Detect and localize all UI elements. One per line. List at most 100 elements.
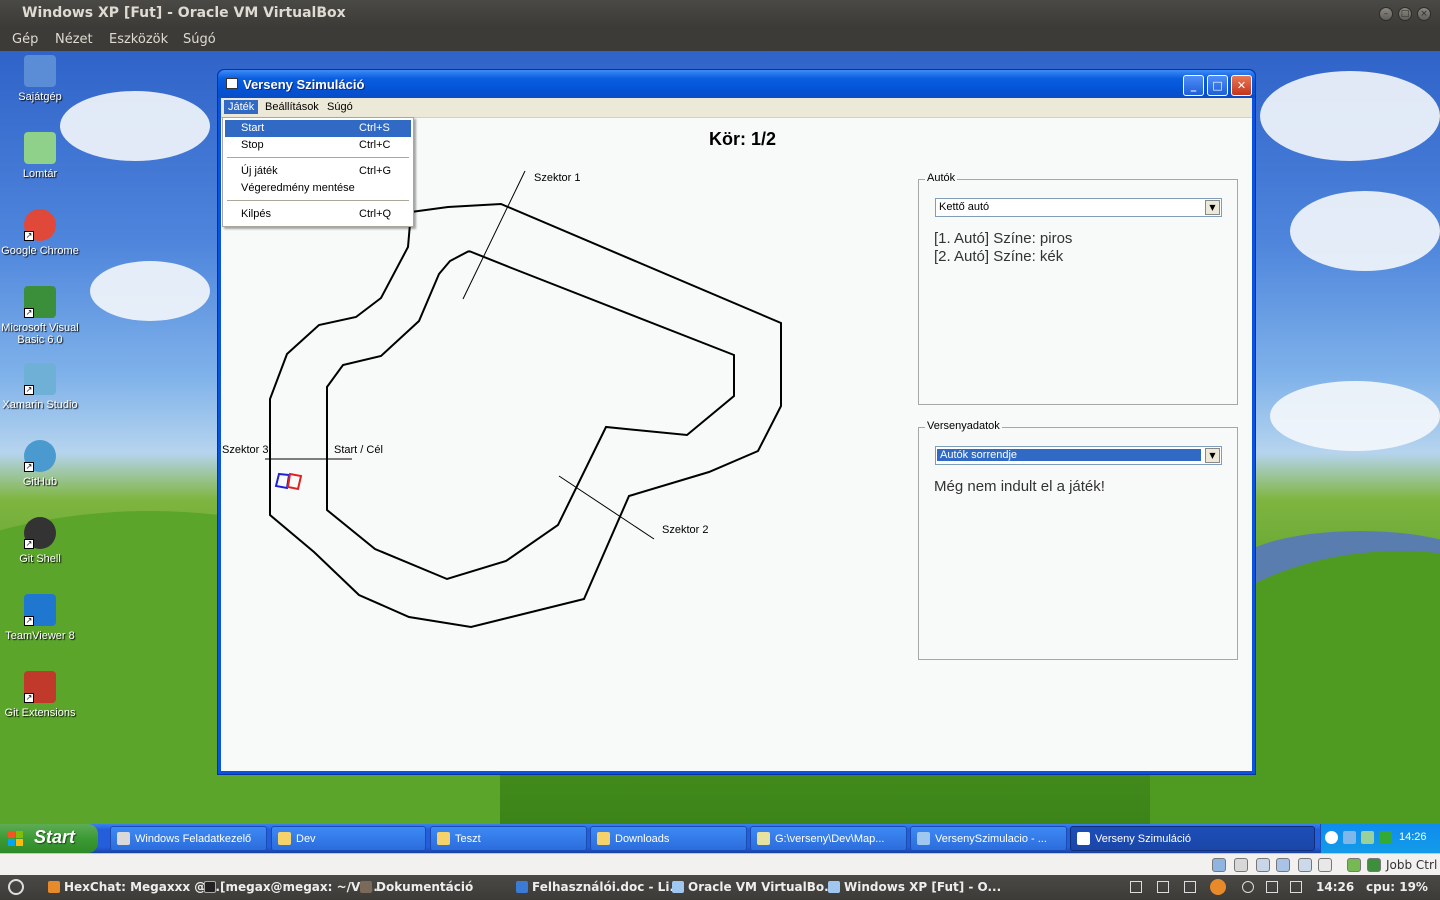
video-capture-icon[interactable] — [1318, 858, 1332, 872]
windows-flag-icon — [8, 831, 23, 846]
race-data-select[interactable]: Autók sorrendje ▼ — [935, 446, 1222, 465]
taskbar-button[interactable]: VersenySzimulacio - ... — [910, 826, 1067, 851]
menu-item-exit[interactable]: Kilpés Ctrl+Q — [225, 206, 411, 223]
race-data-groupbox-title: Versenyadatok — [925, 420, 1002, 432]
host-menu-gep[interactable]: Gép — [12, 32, 38, 47]
usb-icon[interactable] — [1256, 858, 1270, 872]
menu-sugo[interactable]: Súgó — [323, 100, 357, 114]
host-titlebar: Windows XP [Fut] - Oracle VM VirtualBox … — [0, 0, 1440, 27]
tray-expand-icon[interactable] — [1325, 831, 1338, 844]
menu-item-shortcut: Ctrl+C — [359, 139, 391, 151]
panel-cpu: cpu: 19% — [1366, 880, 1428, 894]
indicator-icon[interactable] — [1184, 881, 1196, 893]
panel-task[interactable]: Oracle VM VirtualBo... — [672, 880, 838, 894]
desktop-icon-github[interactable]: ↗ GitHub — [0, 440, 80, 488]
host-maximize-button[interactable]: □ — [1398, 7, 1412, 21]
panel-task[interactable]: [megax@megax: ~/Vi... — [204, 880, 378, 894]
close-button[interactable]: ✕ — [1231, 75, 1252, 96]
race-status-text: Még nem indult el a játék! — [934, 478, 1105, 495]
taskbar-button[interactable]: Teszt — [430, 826, 587, 851]
vb-project-icon — [917, 832, 930, 845]
mouse-integration-icon[interactable] — [1347, 858, 1361, 872]
network-icon[interactable] — [1343, 831, 1356, 844]
tray-status-icon[interactable] — [1379, 831, 1392, 844]
display-icon[interactable] — [1298, 858, 1312, 872]
indicator-icon[interactable] — [1157, 881, 1169, 893]
panel-task[interactable]: Windows XP [Fut] - O... — [828, 880, 1001, 894]
network-icon[interactable] — [1266, 881, 1278, 893]
volume-icon[interactable] — [1290, 881, 1302, 893]
host-close-button[interactable]: × — [1417, 7, 1431, 21]
app-icon — [1077, 832, 1090, 845]
desktop-icon-label: Git Extensions — [4, 707, 76, 719]
desktop-icon-chrome[interactable]: ↗ Google Chrome — [0, 209, 80, 257]
start-button[interactable]: Start — [0, 824, 98, 853]
menu-separator — [227, 157, 409, 158]
menu-item-label: Start — [241, 122, 265, 134]
desktop-icon-teamviewer[interactable]: ↗ TeamViewer 8 — [0, 594, 80, 642]
host-key-icon[interactable] — [1367, 858, 1381, 872]
menu-separator — [227, 200, 409, 201]
panel-task[interactable]: Dokumentáció — [360, 880, 473, 894]
chevron-down-icon[interactable]: ▼ — [1205, 448, 1220, 463]
maximize-button[interactable]: □ — [1207, 75, 1228, 96]
car-count-value: Kettő autó — [939, 201, 990, 213]
taskbar-button[interactable]: Downloads — [590, 826, 747, 851]
jatek-dropdown-menu: Start Ctrl+S Stop Ctrl+C Új játék Ctrl+G… — [222, 117, 414, 227]
panel-task[interactable]: HexChat: Megaxxx @... — [48, 880, 220, 894]
panel-task[interactable]: Felhasználói.doc - Li... — [516, 880, 683, 894]
desktop-icon-label: TeamViewer 8 — [5, 630, 75, 642]
vbox-statusbar: Jobb Ctrl — [0, 853, 1440, 875]
taskbar-button-active[interactable]: Verseny Szimuláció — [1070, 826, 1315, 851]
panel-task-label: [megax@megax: ~/Vi... — [220, 880, 378, 894]
minimize-button[interactable]: _ — [1183, 75, 1204, 96]
hexchat-icon — [48, 881, 60, 893]
menu-beallitasok[interactable]: Beállítások — [261, 100, 323, 114]
xp-taskbar: Start Windows Feladatkezelő Dev Teszt Do… — [0, 824, 1440, 853]
notepad-icon — [757, 832, 770, 845]
menu-jatek[interactable]: Játék — [224, 100, 259, 114]
shared-folders-icon[interactable] — [1276, 858, 1290, 872]
menu-item-save-results[interactable]: Végeredmény mentése — [225, 180, 411, 197]
taskbar-button[interactable]: Windows Feladatkezelő — [110, 826, 267, 851]
desktop-icon-xamarin[interactable]: ↗ Xamarin Studio — [0, 363, 80, 411]
menu-item-label: Stop — [241, 139, 264, 151]
host-menu-eszkozok[interactable]: Eszközök — [109, 32, 168, 47]
hard-disk-icon[interactable] — [1212, 858, 1226, 872]
xamarin-icon: ↗ — [24, 363, 56, 395]
chevron-down-icon[interactable]: ▼ — [1205, 200, 1220, 215]
my-computer-icon — [24, 55, 56, 87]
desktop-icon-git-extensions[interactable]: ↗ Git Extensions — [0, 671, 80, 719]
app-titlebar[interactable]: Verseny Szimuláció _ □ ✕ — [218, 70, 1255, 98]
desktop-icon-visual-basic[interactable]: ↗ Microsoft Visual Basic 6.0 — [0, 286, 80, 346]
folder-icon — [360, 881, 372, 893]
desktop-icon-label: Sajátgép — [18, 91, 62, 103]
taskbar-button-label: VersenySzimulacio - ... — [935, 833, 1047, 845]
tray-app-icon[interactable] — [1361, 831, 1374, 844]
indicator-icon[interactable] — [1130, 881, 1142, 893]
start-finish-label: Start / Cél — [334, 444, 383, 456]
optical-drive-icon[interactable] — [1234, 858, 1248, 872]
menu-item-stop[interactable]: Stop Ctrl+C — [225, 137, 411, 154]
sector-1-label: Szektor 1 — [534, 172, 580, 184]
sync-icon[interactable] — [1242, 881, 1254, 893]
desktop-icon-label: Git Shell — [19, 553, 61, 565]
menu-icon[interactable] — [8, 879, 24, 895]
host-minimize-button[interactable]: – — [1379, 7, 1393, 21]
host-menu-sugo[interactable]: Súgó — [183, 32, 216, 47]
menu-item-new-game[interactable]: Új játék Ctrl+G — [225, 163, 411, 180]
menu-item-start[interactable]: Start Ctrl+S — [225, 120, 411, 137]
taskbar-button[interactable]: G:\verseny\Dev\Map... — [750, 826, 907, 851]
desktop-icon-recycle-bin[interactable]: Lomtár — [0, 132, 80, 180]
desktop-icon-label: Xamarin Studio — [2, 399, 78, 411]
car-count-select[interactable]: Kettő autó ▼ — [935, 198, 1222, 217]
hexchat-tray-icon[interactable] — [1210, 879, 1226, 895]
host-menu-nezet[interactable]: Nézet — [55, 32, 93, 47]
xp-clock: 14:26 — [1399, 831, 1427, 843]
folder-icon — [597, 832, 610, 845]
cloud-shape — [1270, 381, 1440, 451]
panel-task-label: HexChat: Megaxxx @... — [64, 880, 220, 894]
taskbar-button[interactable]: Dev — [271, 826, 426, 851]
desktop-icon-my-computer[interactable]: Sajátgép — [0, 55, 80, 103]
desktop-icon-git-shell[interactable]: ↗ Git Shell — [0, 517, 80, 565]
